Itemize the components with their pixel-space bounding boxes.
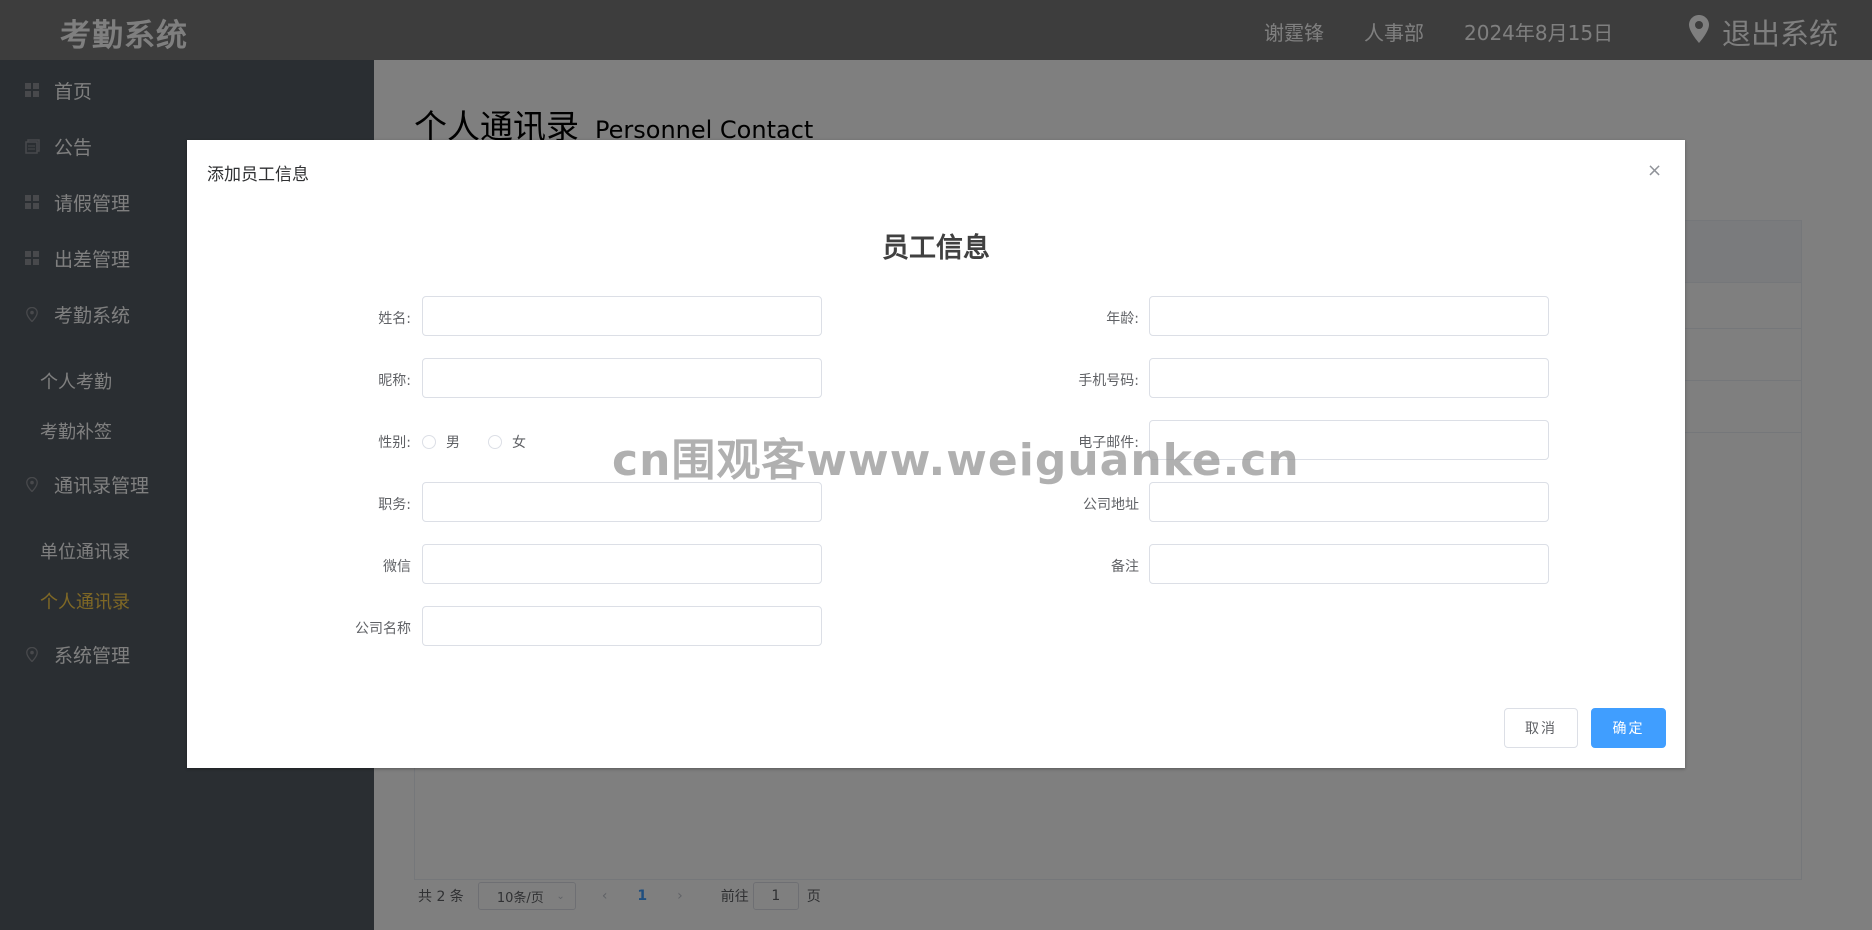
name-input[interactable] — [423, 297, 821, 335]
name-label: 姓名: — [378, 311, 411, 327]
radio-label: 男 — [446, 435, 460, 451]
remark-field[interactable] — [1149, 544, 1549, 584]
dialog-title: 添加员工信息 — [207, 165, 309, 185]
radio-circle[interactable] — [422, 435, 436, 449]
age-label: 年龄: — [1106, 311, 1139, 327]
gender-radio-group: 男 女 — [422, 432, 554, 452]
name-field[interactable] — [422, 296, 822, 336]
age-input[interactable] — [1150, 297, 1548, 335]
close-icon[interactable]: × — [1647, 160, 1662, 181]
position-field[interactable] — [422, 482, 822, 522]
address-label: 公司地址 — [1083, 497, 1139, 513]
phone-input[interactable] — [1150, 359, 1548, 397]
confirm-button[interactable]: 确定 — [1591, 708, 1666, 748]
company-field[interactable] — [422, 606, 822, 646]
form-heading: 员工信息 — [882, 233, 990, 264]
radio-circle[interactable] — [488, 435, 502, 449]
radio-label: 女 — [512, 435, 526, 451]
gender-label: 性别: — [378, 435, 411, 451]
nickname-field[interactable] — [422, 358, 822, 398]
phone-field[interactable] — [1149, 358, 1549, 398]
phone-label: 手机号码: — [1078, 373, 1139, 389]
address-field[interactable] — [1149, 482, 1549, 522]
nickname-input[interactable] — [423, 359, 821, 397]
remark-label: 备注 — [1111, 559, 1139, 575]
position-input[interactable] — [423, 483, 821, 521]
position-label: 职务: — [378, 497, 411, 513]
company-label: 公司名称 — [355, 621, 411, 637]
cancel-button[interactable]: 取消 — [1504, 708, 1578, 748]
company-input[interactable] — [423, 607, 821, 645]
gender-female-radio[interactable]: 女 — [488, 432, 526, 452]
wechat-field[interactable] — [422, 544, 822, 584]
address-input[interactable] — [1150, 483, 1548, 521]
age-field[interactable] — [1149, 296, 1549, 336]
watermark-text: cn围观客www.weiguanke.cn — [612, 435, 1300, 486]
wechat-input[interactable] — [423, 545, 821, 583]
remark-input[interactable] — [1150, 545, 1548, 583]
wechat-label: 微信 — [383, 559, 411, 575]
nickname-label: 昵称: — [378, 373, 411, 389]
gender-male-radio[interactable]: 男 — [422, 432, 460, 452]
